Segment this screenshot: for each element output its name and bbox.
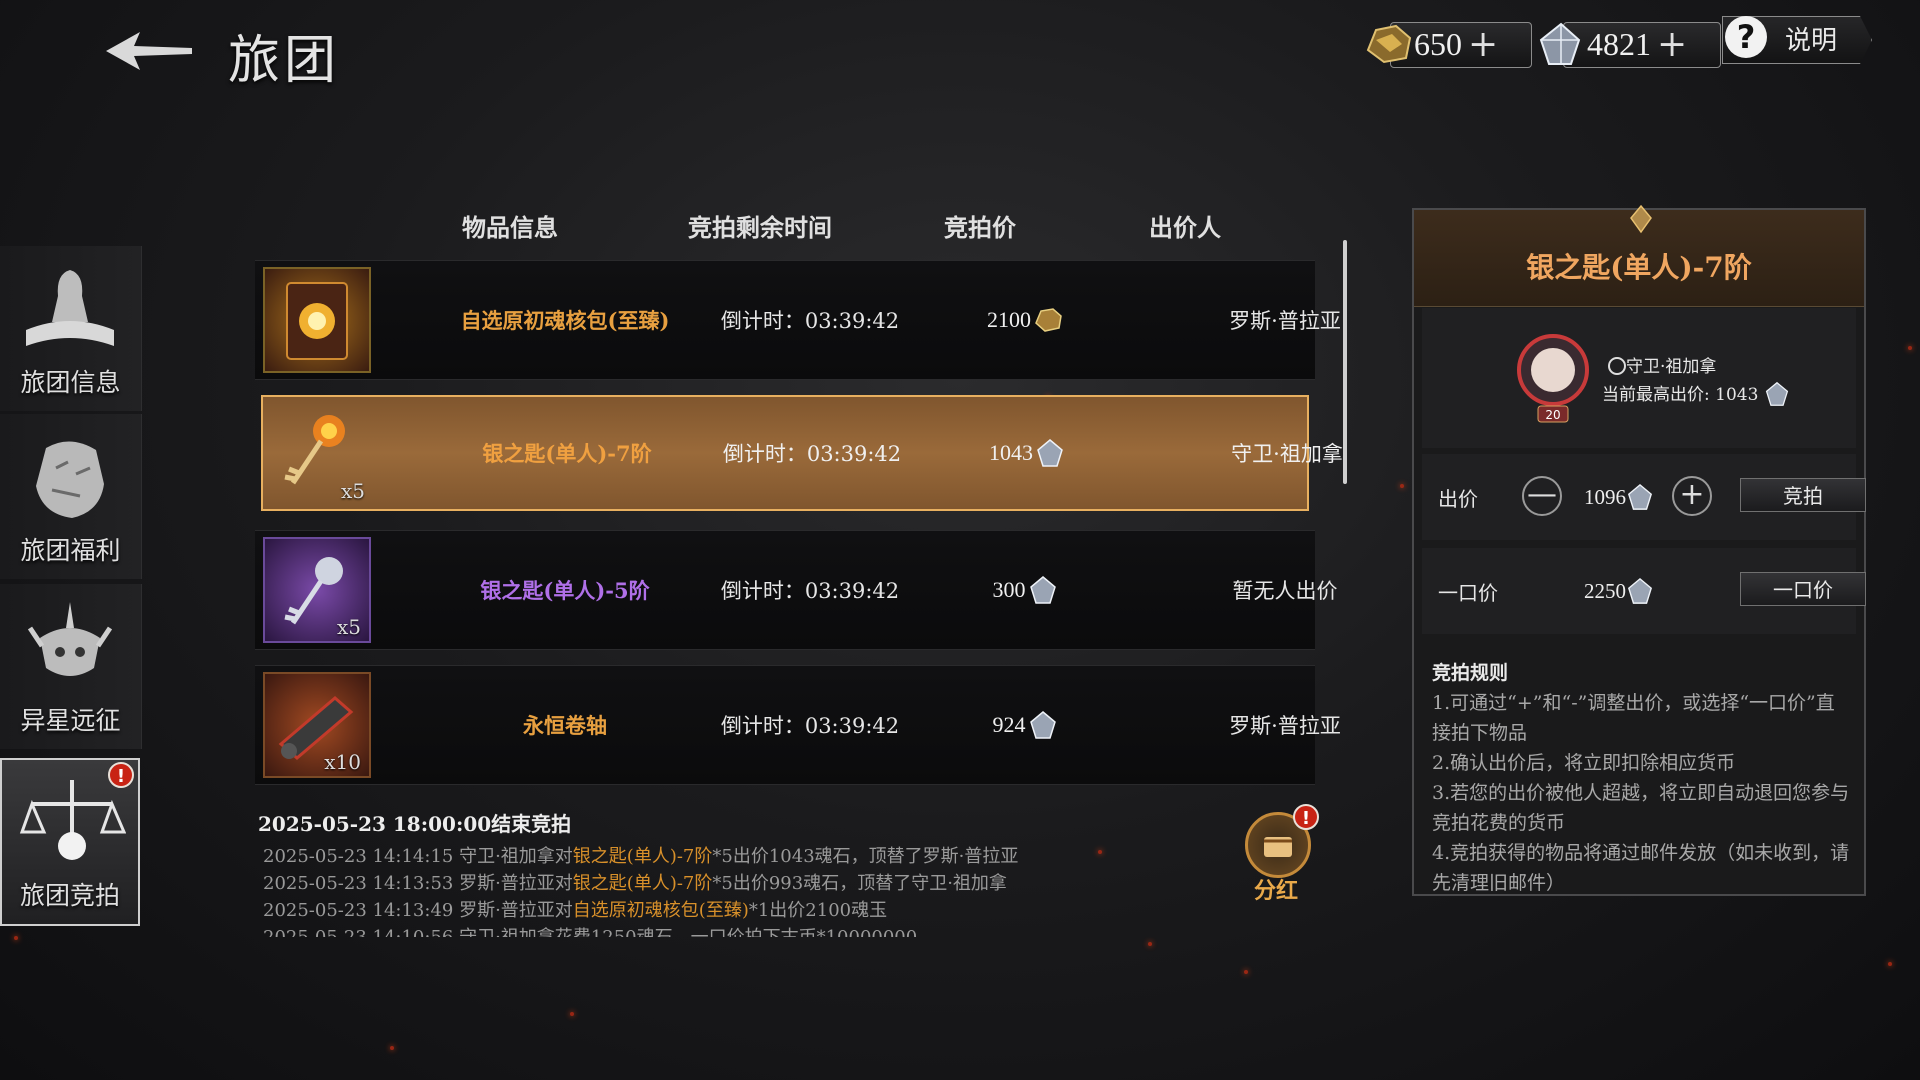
- item-detail-panel: 银之匙(单人)-7阶 20 守卫·祖加拿 当前最高出价: 1043 出价 — 1…: [1412, 204, 1866, 898]
- bidder-name: 罗斯·普拉亚: [1229, 309, 1341, 333]
- rules-list: 1.可通过“+”和“-”调整出价，或选择“一口价”直接拍下物品 2.确认出价后，…: [1432, 688, 1852, 898]
- bid-price: 924: [895, 666, 1155, 784]
- back-arrow-icon[interactable]: [104, 28, 194, 74]
- add-soul-jade-icon[interactable]: +: [1468, 24, 1498, 65]
- auction-row[interactable]: x10 永恒卷轴 倒计时：03:39:42 924 罗斯·普拉亚: [255, 665, 1341, 785]
- auction-end-notice: 2025-05-23 18:00:00结束竞拍: [258, 812, 572, 836]
- log-entry: 2025-05-23 14:10:56 守卫·祖加拿花费1250魂石，一口价拍下…: [263, 923, 917, 937]
- rule-item: 1.可通过“+”和“-”调整出价，或选择“一口价”直接拍下物品: [1432, 692, 1835, 744]
- buyout-label: 一口价: [1438, 580, 1498, 605]
- add-soul-stone-icon[interactable]: +: [1657, 24, 1687, 65]
- page-title: 旅团: [228, 31, 341, 91]
- buyout-row: 一口价 2250 一口价: [1422, 548, 1866, 634]
- item-quantity: x10: [324, 750, 361, 774]
- question-mark-icon[interactable]: ?: [1725, 16, 1767, 58]
- item-name: 自选原初魂核包(至臻): [460, 308, 670, 333]
- rule-item: 2.确认出价后，将立即扣除相应货币: [1432, 752, 1736, 774]
- sidebar-item-label: 旅团竞拍: [19, 881, 120, 910]
- rule-item: 3.若您的出价被他人超越，将立即自动退回您参与竞拍花费的货币: [1432, 782, 1850, 834]
- sidebar-item-label: 旅团福利: [20, 536, 121, 565]
- reading-hooded-figure-icon: [26, 270, 114, 346]
- bid-price-value: 1043: [989, 440, 1033, 465]
- table-scrollbar[interactable]: [1343, 240, 1347, 484]
- sidebar-item-guild-welfare[interactable]: 旅团福利: [0, 414, 142, 579]
- sidebar-item-star-expedition[interactable]: 异星远征: [0, 584, 142, 749]
- horned-knight-icon: [27, 602, 113, 676]
- scales-icon: [19, 780, 126, 860]
- soul-jade-amount: 650: [1414, 25, 1462, 62]
- item-name: 永恒卷轴: [523, 713, 607, 738]
- bid-price: 1043: [897, 397, 1157, 509]
- log-entry: 2025-05-23 14:13:53 罗斯·普拉亚对银之匙(单人)-7阶*5出…: [263, 873, 1007, 894]
- rules-title: 竞拍规则: [1432, 662, 1509, 684]
- bidder-name: 暂无人出价: [1232, 579, 1338, 603]
- soul-stone-icon: [1627, 483, 1653, 510]
- column-header-time-left: 竞拍剩余时间: [688, 213, 832, 242]
- ornament-crest-icon: [1630, 204, 1652, 234]
- soul-stone-icon: [1037, 439, 1063, 467]
- currency-soul-stone[interactable]: 4821 +: [1535, 20, 1721, 68]
- log-entry: 2025-05-23 14:14:15 守卫·祖加拿对银之匙(单人)-7阶*5出…: [263, 846, 1019, 867]
- item-name: 银之匙(单人)-5阶: [480, 578, 650, 603]
- auction-row[interactable]: x5 银之匙(单人)-5阶 倒计时：03:39:42 300 暂无人出价: [255, 530, 1338, 650]
- bid-button[interactable]: 竞拍: [1740, 478, 1866, 512]
- bid-price: 2100: [895, 261, 1155, 379]
- log-entry: 2025-05-23 14:13:49 罗斯·普拉亚对自选原初魂核包(至臻)*1…: [263, 900, 888, 921]
- sidebar-item-guild-auction[interactable]: 旅团竞拍 !: [0, 758, 140, 926]
- dividend-label[interactable]: 分红: [1254, 873, 1298, 905]
- buyout-amount: 2250: [1584, 548, 1654, 634]
- alert-badge: !: [108, 762, 134, 788]
- auction-row[interactable]: 自选原初魂核包(至臻) 倒计时：03:39:42 2100 罗斯·普拉亚: [255, 260, 1341, 380]
- soul-jade-icon: [1366, 24, 1412, 64]
- rock-giant-icon: [36, 441, 104, 518]
- avatar-level: 20: [1545, 408, 1560, 422]
- buyout-button[interactable]: 一口价: [1740, 572, 1866, 606]
- column-header-bidder: 出价人: [1149, 213, 1221, 242]
- top-bid: 当前最高出价: 1043: [1602, 380, 1790, 407]
- bid-amount: 1096: [1584, 454, 1654, 540]
- help-label[interactable]: 说明: [1785, 20, 1837, 57]
- item-thumbnail: [263, 267, 371, 373]
- bid-price-value: 300: [992, 577, 1026, 602]
- soul-stone-amount: 4821: [1587, 25, 1651, 62]
- dividend-alert-badge: !: [1293, 804, 1319, 830]
- item-thumbnail: x5: [263, 537, 371, 643]
- soul-stone-icon: [1029, 711, 1056, 739]
- guard-icon: [1608, 357, 1626, 375]
- soul-core-pack-icon: [286, 282, 348, 360]
- bid-row: 出价 — 1096 + 竞拍: [1422, 454, 1866, 540]
- bid-label: 出价: [1438, 486, 1478, 511]
- sidebar-item-label: 异星远征: [20, 706, 121, 735]
- bid-price: 300: [895, 531, 1155, 649]
- current-bidder-block: 20 守卫·祖加拿 当前最高出价: 1043: [1422, 308, 1856, 448]
- column-header-item-info: 物品信息: [462, 213, 558, 242]
- bidder-avatar[interactable]: 20: [1508, 328, 1598, 428]
- bid-price-value: 924: [992, 712, 1026, 737]
- currency-soul-jade[interactable]: 650 +: [1362, 20, 1532, 68]
- item-thumbnail: x10: [263, 672, 371, 778]
- column-header-bid-price: 竞拍价: [944, 213, 1016, 242]
- top-bidder-name: 守卫·祖加拿: [1608, 352, 1716, 377]
- bid-price-value: 2100: [987, 307, 1031, 332]
- sidebar-item-guild-info[interactable]: 旅团信息: [0, 246, 142, 411]
- panel-header: 银之匙(单人)-7阶: [1414, 204, 1864, 307]
- item-name: 银之匙(单人)-7阶: [482, 441, 652, 466]
- sidebar-item-label: 旅团信息: [20, 368, 121, 397]
- increase-bid-button[interactable]: +: [1672, 476, 1712, 516]
- soul-stone-icon: [1029, 576, 1056, 604]
- bidder-name: 罗斯·普拉亚: [1229, 714, 1341, 738]
- decrease-bid-button[interactable]: —: [1522, 476, 1562, 516]
- rule-item: 4.竞拍获得的物品将通过邮件发放（如未收到，请先清理旧邮件）: [1432, 842, 1850, 894]
- panel-item-title: 银之匙(单人)-7阶: [1526, 251, 1752, 284]
- soul-stone-icon: [1539, 22, 1581, 65]
- soul-jade-icon: [1035, 308, 1062, 332]
- item-thumbnail: x5: [265, 399, 373, 505]
- auction-row-selected[interactable]: x5 银之匙(单人)-7阶 倒计时：03:39:42 1043 守卫·祖加拿: [261, 395, 1343, 511]
- soul-stone-icon: [1627, 577, 1653, 604]
- item-quantity: x5: [340, 479, 365, 503]
- bidder-name: 守卫·祖加拿: [1231, 442, 1343, 466]
- soul-stone-icon: [1765, 381, 1788, 406]
- item-quantity: x5: [336, 615, 361, 639]
